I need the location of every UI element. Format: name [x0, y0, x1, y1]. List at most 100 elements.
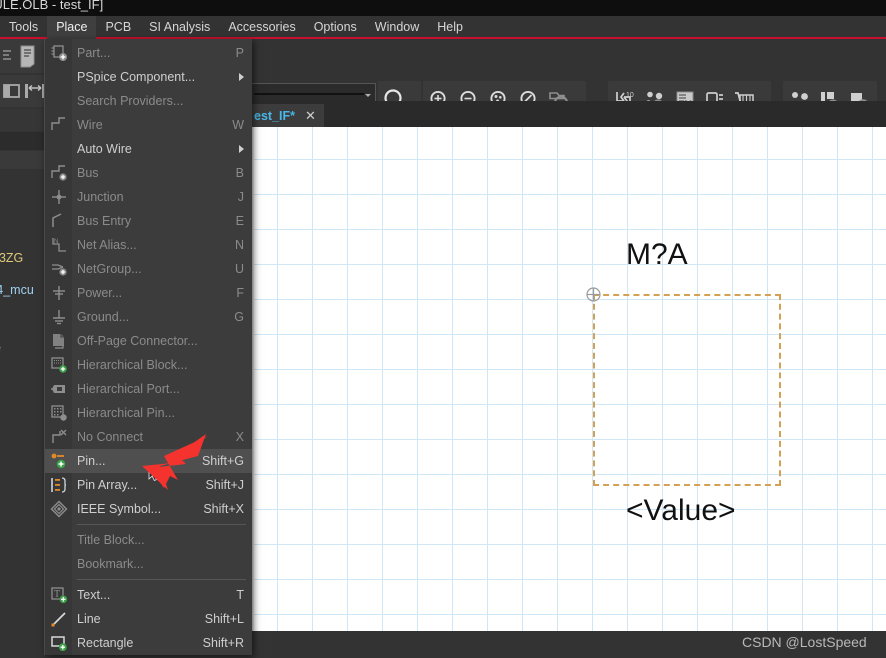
menu-item-bus-entry[interactable]: Bus Entry E: [45, 209, 252, 233]
menu-item-list: Tools Place PCB SI Analysis Accessories Optio…: [0, 16, 472, 39]
left-panel-toolbar-top: [0, 39, 47, 73]
chevron-down-icon[interactable]: [365, 93, 371, 97]
menu-item-wire[interactable]: Wire W: [45, 113, 252, 137]
hierarchical-block-icon: [45, 353, 72, 377]
submenu-arrow-icon: [239, 73, 252, 81]
menu-item-bookmark[interactable]: Bookmark...: [45, 552, 252, 576]
menu-item-accelerator: X: [235, 430, 244, 444]
menu-item-label: No Connect: [77, 430, 144, 444]
menu-si-analysis[interactable]: SI Analysis: [140, 16, 219, 39]
menu-item-auto-wire[interactable]: Auto Wire: [45, 137, 252, 161]
menu-window[interactable]: Window: [366, 16, 428, 39]
title-bar: DULE.OLB - test_IF]: [0, 0, 886, 16]
close-icon[interactable]: ✕: [305, 109, 316, 122]
menu-item-pspice-component[interactable]: PSpice Component...: [45, 65, 252, 89]
power-icon: [45, 281, 72, 305]
menu-item-netgroup[interactable]: NetGroup... U: [45, 257, 252, 281]
menu-item-no-connect[interactable]: No Connect X: [45, 425, 252, 449]
left-panel-toolbar-second: [0, 75, 47, 107]
menu-item-label: Bus: [77, 166, 99, 180]
menu-item-accelerator: N: [234, 238, 244, 252]
watermark-text: CSDN @LostSpeed: [742, 634, 867, 650]
menu-item-junction[interactable]: Junction J: [45, 185, 252, 209]
menu-item-accelerator: W: [232, 118, 244, 132]
menu-item-net-alias[interactable]: N Net Alias... N: [45, 233, 252, 257]
symbol-body-outline[interactable]: [593, 294, 781, 486]
left-panel-strip-c: [0, 151, 47, 169]
tree-item[interactable]: x4_mcu: [0, 283, 34, 297]
menu-options[interactable]: Options: [305, 16, 366, 39]
netgroup-icon: [45, 257, 72, 281]
menu-item-power[interactable]: Power... F: [45, 281, 252, 305]
menu-item-search-providers[interactable]: Search Providers...: [45, 89, 252, 113]
menu-accessories[interactable]: Accessories: [219, 16, 304, 39]
menu-item-ieee-symbol[interactable]: IEEE Symbol... Shift+X: [45, 497, 252, 521]
menu-item-label: NetGroup...: [77, 262, 142, 276]
menu-item-label: Bookmark...: [77, 557, 144, 571]
menu-item-label: Part...: [77, 46, 111, 60]
menu-item-accelerator: Shift+J: [205, 478, 244, 492]
menu-item-accelerator: Shift+L: [204, 612, 244, 626]
rectangle-icon: [45, 631, 72, 655]
project-tree[interactable]: 23ZG x4_mcue: [0, 171, 47, 658]
left-panel-strip-a: [0, 109, 47, 131]
menu-item-hierarchical-block[interactable]: Hierarchical Block...: [45, 353, 252, 377]
place-menu-dropdown: Part... P PSpice Component... Search Provid…: [44, 39, 252, 655]
menu-item-label: Pin...: [77, 454, 106, 468]
panel-dock-icon[interactable]: [0, 78, 24, 104]
pin-icon: [45, 449, 72, 473]
menu-item-accelerator: U: [234, 262, 244, 276]
svg-text:T: T: [54, 589, 60, 600]
menu-item-accelerator: G: [234, 310, 244, 324]
menu-help[interactable]: Help: [428, 16, 472, 39]
symbol-reference-label: M?A: [626, 238, 688, 271]
menu-item-label: Pin Array...: [77, 478, 138, 492]
tab-test-if[interactable]: est_IF* ✕: [248, 104, 324, 127]
menu-item-label: Off-Page Connector...: [77, 334, 198, 348]
list-lines-icon[interactable]: [0, 43, 14, 69]
menu-item-label: Bus Entry: [77, 214, 132, 228]
menu-item-line[interactable]: Line Shift+L: [45, 607, 252, 631]
menu-tools[interactable]: Tools: [0, 16, 47, 39]
menu-item-label: Hierarchical Port...: [77, 382, 180, 396]
menu-item-accelerator: J: [237, 190, 244, 204]
menu-item-title-block[interactable]: Title Block...: [45, 528, 252, 552]
menu-place[interactable]: Place: [47, 16, 97, 39]
no-icon: [45, 65, 72, 89]
off-page-connector-icon: [45, 329, 72, 353]
menu-item-accelerator: P: [235, 46, 244, 60]
menu-item-label: Net Alias...: [77, 238, 137, 252]
menu-item-label: Junction: [77, 190, 124, 204]
menu-item-hierarchical-pin[interactable]: Hierarchical Pin...: [45, 401, 252, 425]
bus-entry-icon: [45, 209, 72, 233]
menu-item-label: Ground...: [77, 310, 130, 324]
menu-item-hierarchical-port[interactable]: Hierarchical Port...: [45, 377, 252, 401]
menu-item-label: IEEE Symbol...: [77, 502, 162, 516]
menu-item-off-page-connector[interactable]: Off-Page Connector...: [45, 329, 252, 353]
junction-icon: [45, 185, 72, 209]
tab-label: est_IF*: [254, 108, 295, 123]
menu-item-accelerator: T: [236, 588, 244, 602]
net-alias-icon: N: [45, 233, 72, 257]
menu-pcb[interactable]: PCB: [96, 16, 140, 39]
document-page-icon[interactable]: [14, 41, 44, 71]
place-menu-rows: Part... P PSpice Component... Search Provid…: [45, 41, 252, 655]
menu-item-text[interactable]: T Text... T: [45, 583, 252, 607]
schematic-canvas[interactable]: M?A <Value>: [248, 127, 886, 631]
no-icon: [45, 528, 72, 552]
menu-item-label: Line: [77, 612, 101, 626]
no-connect-icon: [45, 425, 72, 449]
menu-item-bus[interactable]: Bus B: [45, 161, 252, 185]
menu-item-label: Auto Wire: [77, 142, 132, 156]
menu-item-label: Wire: [77, 118, 103, 132]
tree-item[interactable]: 23ZG: [0, 251, 23, 265]
no-icon: [45, 89, 72, 113]
menu-item-accelerator: F: [236, 286, 244, 300]
symbol-value-label: <Value>: [626, 494, 736, 527]
menu-item-part[interactable]: Part... P: [45, 41, 252, 65]
tree-item[interactable]: e: [0, 341, 1, 355]
mouse-cursor-icon: [148, 465, 160, 482]
menu-item-rectangle[interactable]: Rectangle Shift+R: [45, 631, 252, 655]
menu-item-ground[interactable]: Ground... G: [45, 305, 252, 329]
window-title: DULE.OLB - test_IF]: [0, 0, 104, 12]
